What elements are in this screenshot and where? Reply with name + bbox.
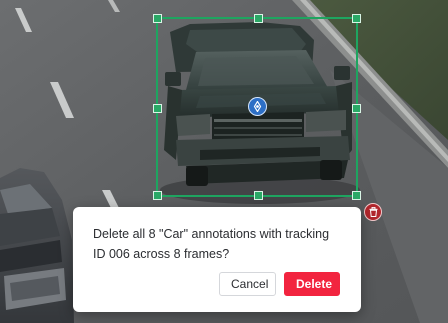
resize-handle-top-left[interactable] — [153, 14, 162, 23]
resize-handle-left[interactable] — [153, 104, 162, 113]
cancel-button[interactable]: Cancel — [219, 272, 276, 296]
delete-annotation-button[interactable] — [364, 203, 382, 221]
resize-handle-top-right[interactable] — [352, 14, 361, 23]
resize-handle-bottom-right[interactable] — [352, 191, 361, 200]
trash-icon — [369, 207, 377, 217]
move-handle[interactable] — [248, 97, 267, 116]
move-icon — [253, 101, 262, 112]
resize-handle-bottom-left[interactable] — [153, 191, 162, 200]
resize-handle-bottom[interactable] — [254, 191, 263, 200]
dialog-message: Delete all 8 "Car" annotations with trac… — [93, 227, 330, 261]
resize-handle-right[interactable] — [352, 104, 361, 113]
delete-button[interactable]: Delete — [284, 272, 340, 296]
delete-confirmation-dialog: Delete all 8 "Car" annotations with trac… — [73, 207, 361, 312]
resize-handle-top[interactable] — [254, 14, 263, 23]
dialog-actions: Cancel Delete — [219, 272, 340, 296]
